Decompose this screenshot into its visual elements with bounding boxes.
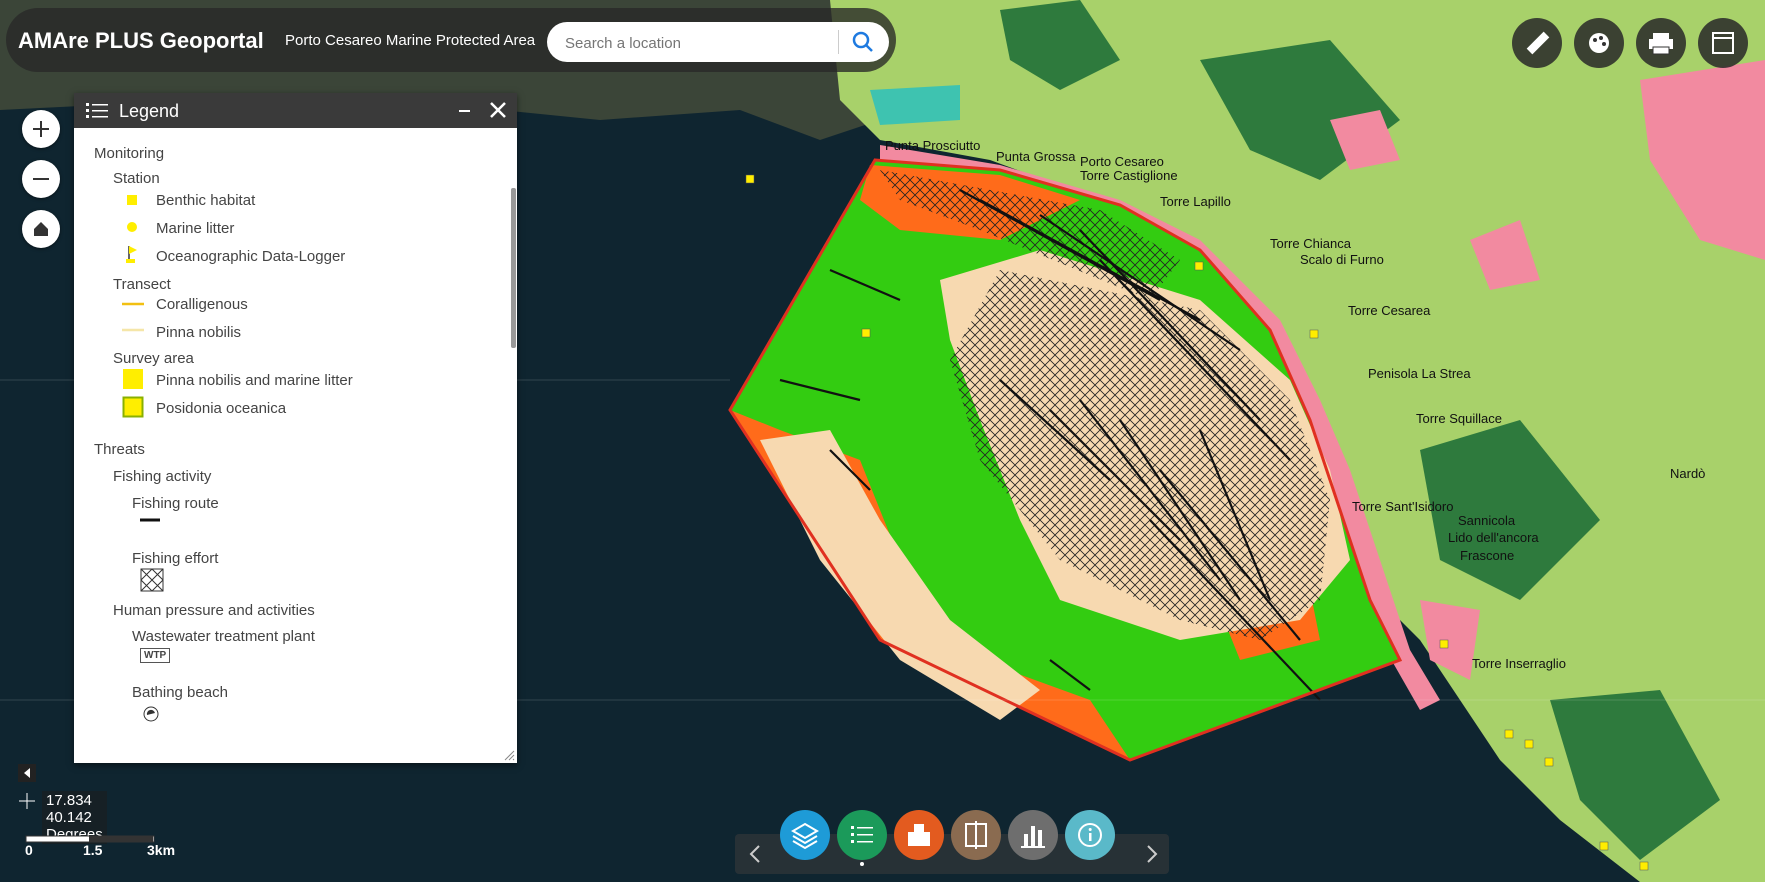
zoom-in-button[interactable] — [22, 110, 60, 148]
legend-item-benthic: Benthic habitat — [156, 192, 256, 209]
app-title: AMAre PLUS Geoportal — [18, 28, 264, 53]
print-button[interactable] — [1636, 18, 1686, 68]
line-symbol-icon — [140, 518, 160, 522]
place-label: Torre Chianca — [1270, 236, 1351, 251]
scale-label-0: 0 — [25, 842, 33, 858]
app-subtitle: Porto Cesareo Marine Protected Area — [285, 32, 536, 49]
basemap-button[interactable] — [894, 810, 944, 860]
window-icon — [1712, 32, 1734, 54]
home-button[interactable] — [22, 210, 60, 248]
place-label: Penisola La Strea — [1368, 366, 1471, 381]
place-label: Torre Inserraglio — [1472, 656, 1566, 671]
place-label: Frascone — [1460, 548, 1515, 563]
legend-item-pinna-litter: Pinna nobilis and marine litter — [156, 372, 353, 389]
place-label: Porto Cesareo — [1080, 154, 1164, 169]
plus-icon — [33, 121, 49, 137]
scale-label-mid: 1.5 — [83, 842, 103, 858]
chart-button[interactable] — [1008, 810, 1058, 860]
legend-item-wtp: Wastewater treatment plant — [132, 628, 315, 645]
search-button[interactable] — [843, 24, 883, 60]
legend-subgroup-human: Human pressure and activities — [113, 602, 315, 619]
search-icon — [852, 31, 873, 52]
list-icon — [86, 103, 108, 118]
place-label: Torre Lapillo — [1160, 194, 1231, 209]
legend-title: Legend — [119, 101, 180, 121]
place-label: Sannicola — [1458, 513, 1516, 528]
legend-item-fishing-route: Fishing route — [132, 495, 219, 512]
home-icon — [34, 222, 48, 236]
fill-symbol-icon — [123, 369, 143, 389]
legend-item-datalogger: Oceanographic Data-Logger — [156, 248, 346, 265]
place-label: Punta Prosciutto — [885, 138, 981, 153]
measure-button[interactable] — [1512, 18, 1562, 68]
flag-symbol-icon — [126, 246, 137, 263]
place-label: Torre Castiglione — [1080, 168, 1178, 183]
chart-icon — [1021, 826, 1045, 848]
hatch-symbol-icon — [140, 568, 164, 592]
legend-item-bathing: Bathing beach — [132, 684, 228, 701]
layers-button[interactable] — [780, 810, 830, 860]
info-icon — [1078, 823, 1102, 847]
place-label: Torre Sant'Isidoro — [1352, 499, 1454, 514]
legend-panel: Legend Monitoring Station Benthic habita… — [74, 93, 517, 763]
ruler-icon — [1526, 31, 1550, 55]
legend-subgroup-survey: Survey area — [113, 350, 194, 367]
info-button[interactable] — [1065, 810, 1115, 860]
legend-item-posidonia: Posidonia oceanica — [156, 400, 287, 417]
dock-prev-icon[interactable] — [745, 842, 765, 866]
place-label: Torre Cesarea — [1348, 303, 1431, 318]
legend-body: Monitoring Station Benthic habitat Marin… — [74, 128, 504, 763]
search-input[interactable] — [563, 30, 867, 56]
legend-subgroup-fishing: Fishing activity — [113, 468, 212, 485]
line-symbol-icon — [122, 302, 144, 306]
crosshair-icon — [19, 793, 35, 809]
legend-item-pinna: Pinna nobilis — [156, 324, 242, 341]
search-box — [547, 22, 889, 62]
place-label: Scalo di Furno — [1300, 252, 1384, 267]
legend-icon — [851, 826, 873, 843]
search-divider — [838, 30, 839, 54]
close-icon[interactable] — [488, 100, 508, 120]
place-label: Lido dell'ancora — [1448, 530, 1539, 545]
legend-item-fishing-effort: Fishing effort — [132, 550, 219, 567]
place-label: Nardò — [1670, 466, 1706, 481]
zoom-out-button[interactable] — [22, 160, 60, 198]
circle-symbol-icon — [127, 222, 137, 232]
legend-group-threats: Threats — [94, 441, 145, 458]
basemap-icon — [908, 824, 930, 846]
legend-item-coralligenous: Coralligenous — [156, 296, 248, 313]
line-symbol-icon — [122, 328, 144, 332]
legend-subgroup-station: Station — [113, 170, 160, 187]
resize-handle-icon[interactable] — [503, 749, 515, 761]
compare-button[interactable] — [951, 810, 1001, 860]
collapse-arrow-icon[interactable] — [18, 764, 36, 782]
minimize-icon[interactable] — [456, 101, 474, 119]
dock-next-icon[interactable] — [1142, 842, 1162, 866]
legend-subgroup-transect: Transect — [113, 276, 171, 293]
layers-icon — [791, 822, 819, 850]
beach-symbol-icon — [143, 706, 159, 722]
legend-group-monitoring: Monitoring — [94, 145, 165, 162]
fill-symbol-icon — [122, 396, 144, 418]
style-button[interactable] — [1574, 18, 1624, 68]
window-button[interactable] — [1698, 18, 1748, 68]
minus-icon — [33, 178, 49, 180]
compare-icon — [965, 821, 987, 849]
wtp-symbol: WTP — [140, 648, 171, 663]
place-label: Torre Squillace — [1416, 411, 1502, 426]
scale-bar: 0 1.5 3km — [25, 832, 175, 858]
legend-header: Legend — [74, 93, 517, 128]
legend-item-litter: Marine litter — [156, 220, 235, 237]
place-label: Punta Grossa — [996, 149, 1076, 164]
scale-label-end: 3km — [147, 842, 176, 858]
print-icon — [1649, 33, 1673, 55]
legend-scrollbar[interactable] — [511, 188, 516, 348]
legend-button[interactable] — [837, 810, 887, 860]
square-symbol-icon — [127, 195, 137, 205]
palette-icon — [1589, 33, 1609, 53]
dock-page-indicator — [860, 862, 864, 866]
